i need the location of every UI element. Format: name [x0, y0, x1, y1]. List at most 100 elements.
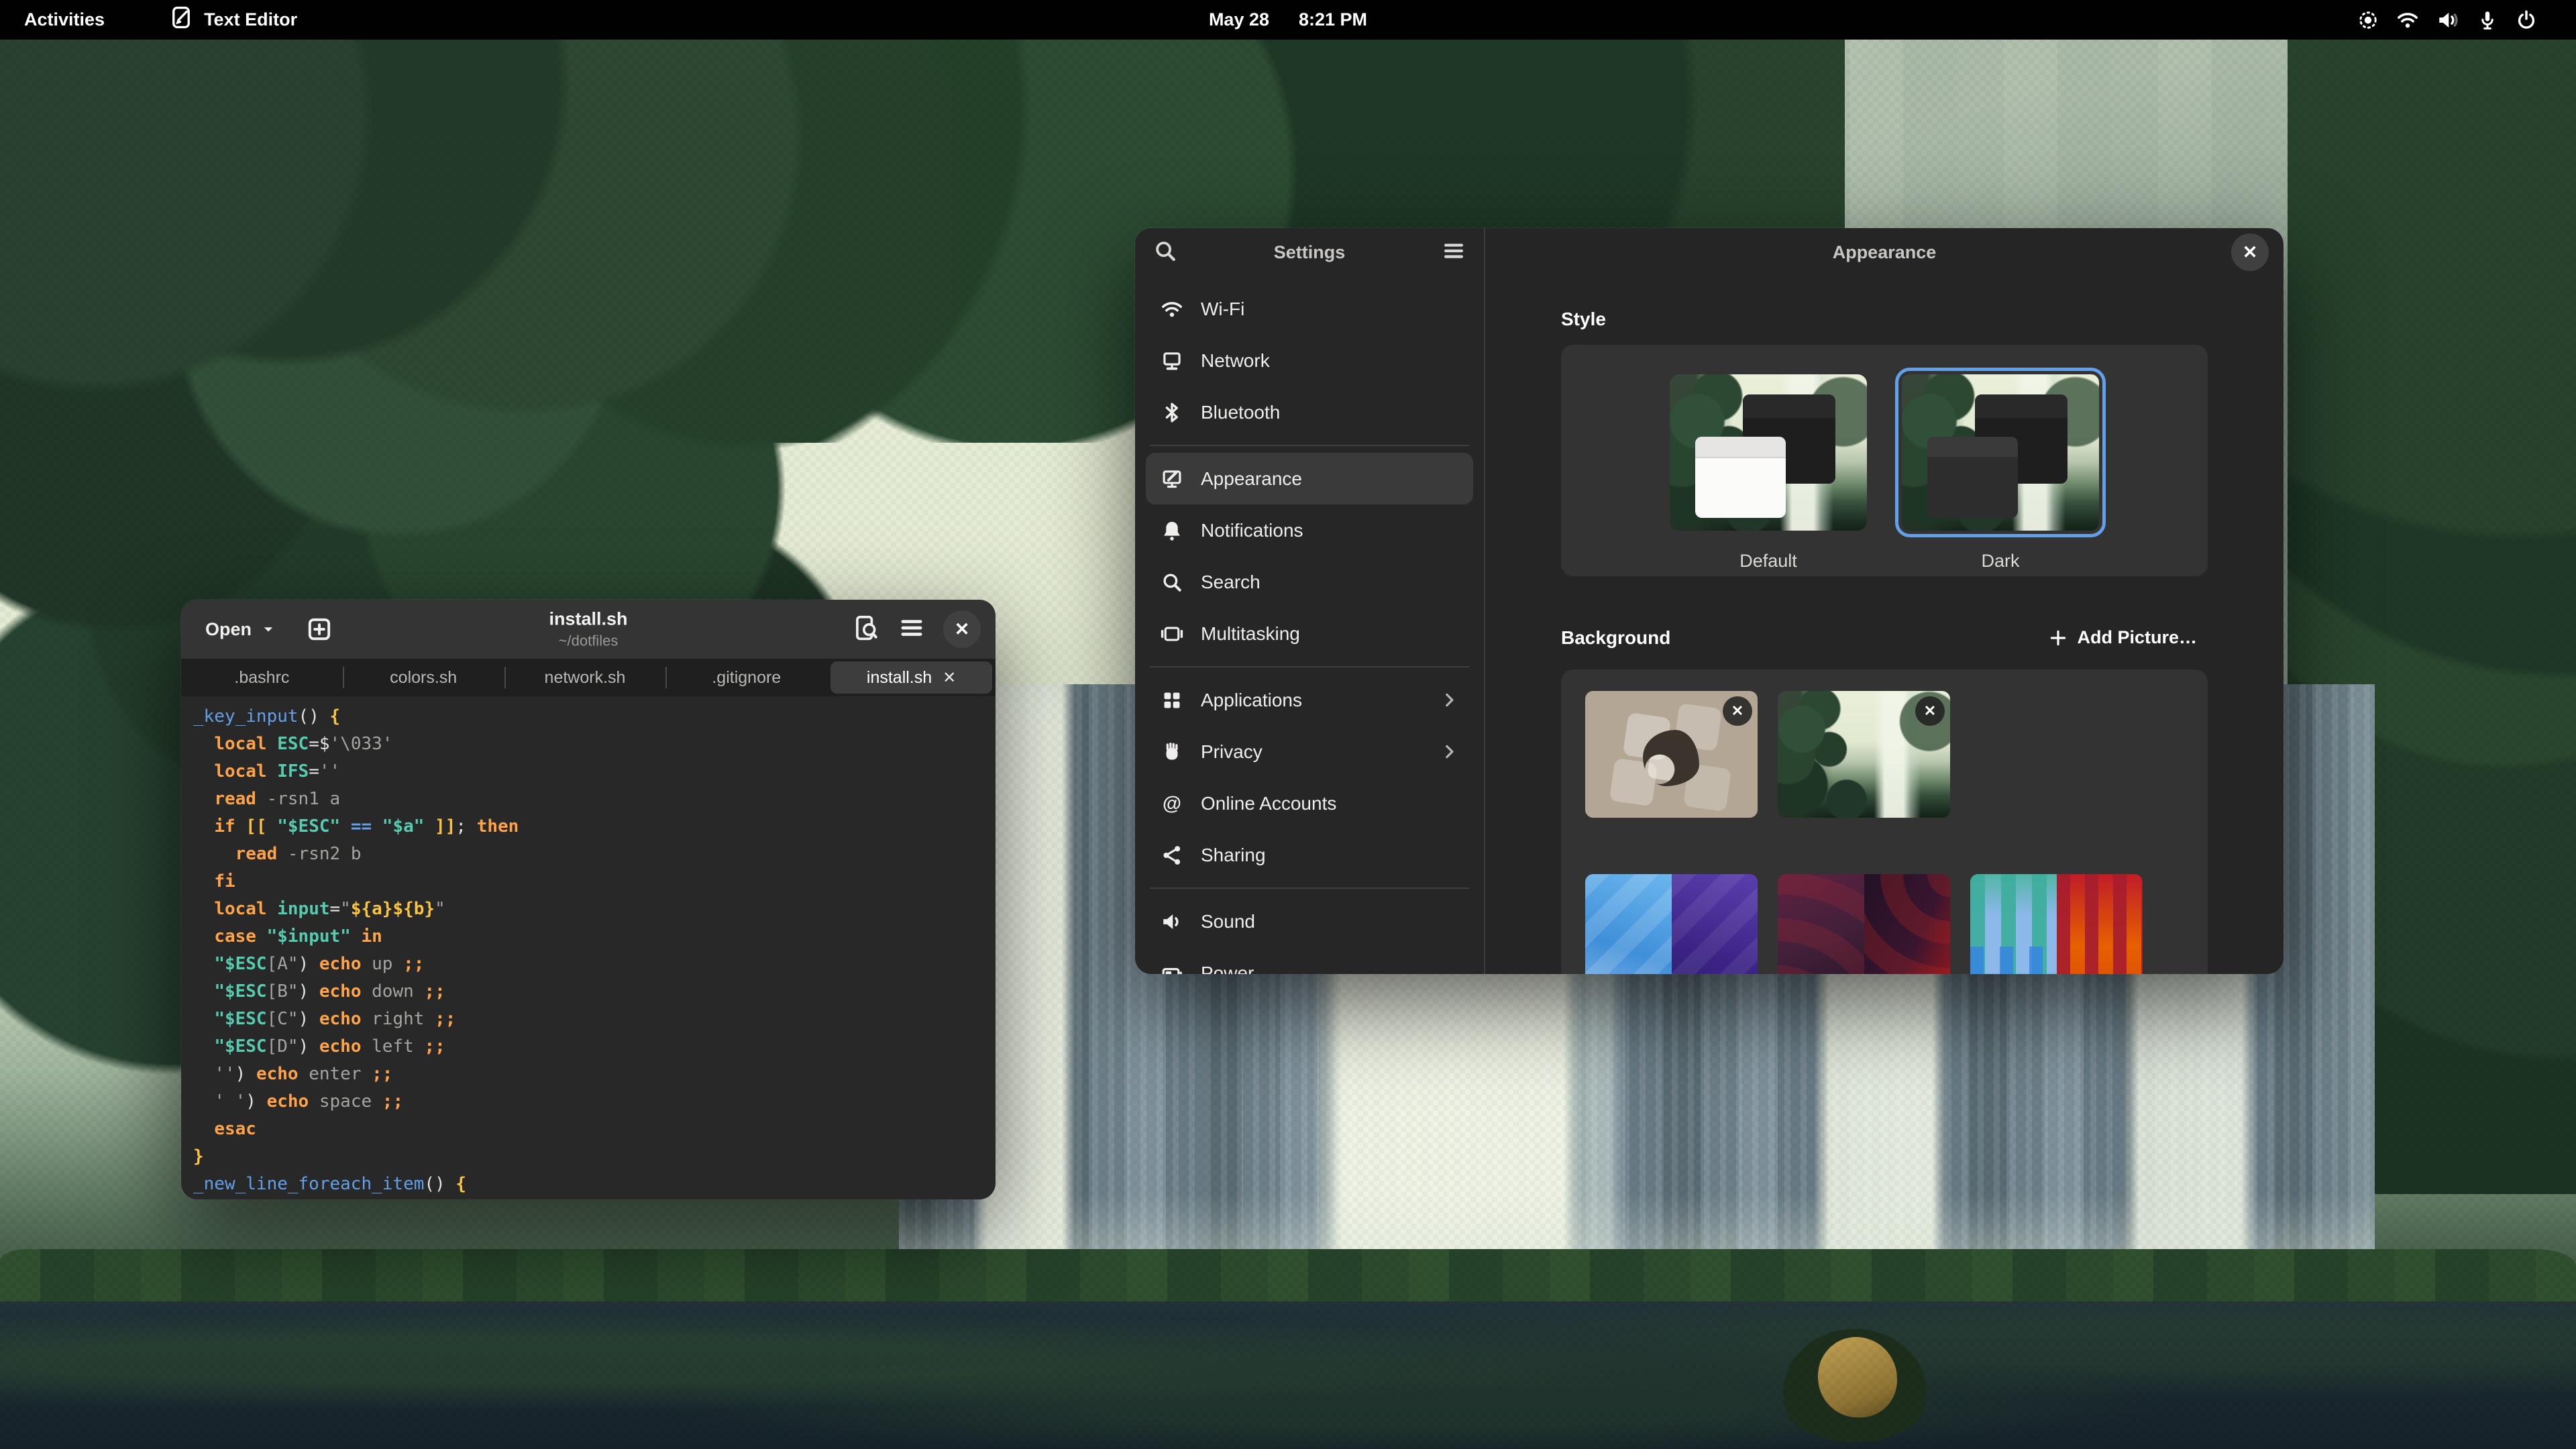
primary-menu-button[interactable] — [898, 614, 926, 645]
sidebar-item-network[interactable]: Network — [1146, 335, 1473, 386]
sidebar-item-online-accounts[interactable]: @ Online Accounts — [1146, 777, 1473, 829]
appearance-content: Style Default Dark Background Add Picture… — [1485, 276, 2284, 974]
sidebar-item-multitasking[interactable]: Multitasking — [1146, 608, 1473, 659]
open-button-label: Open — [205, 619, 252, 640]
sidebar-item-notifications[interactable]: Notifications — [1146, 504, 1473, 556]
settings-close-button[interactable]: ✕ — [2231, 233, 2269, 271]
background-section-heading: Background — [1561, 627, 1670, 649]
settings-panel: Appearance ✕ Style Default Dark Backgroun… — [1485, 228, 2284, 974]
wallpaper-light-variant — [1970, 874, 2057, 974]
document-path: ~/dotfiles — [549, 633, 627, 650]
clock-date: May 28 — [1209, 9, 1269, 30]
wallpaper-dark-variant — [1864, 874, 1951, 974]
power-icon — [2516, 9, 2537, 31]
code-line: } — [193, 1143, 996, 1171]
settings-search-button[interactable] — [1152, 238, 1178, 267]
custom-background-tan-tiles-logo[interactable]: ✕ — [1585, 691, 1758, 818]
editor-title-block: install.sh ~/dotfiles — [549, 609, 627, 650]
code-line: esac — [193, 1116, 996, 1143]
tab-network.sh[interactable]: network.sh — [504, 659, 666, 696]
code-line: case "$input" in — [193, 923, 996, 951]
focused-app-label: Text Editor — [204, 9, 297, 30]
editor-tab-bar: .bashrc colors.sh network.sh .gitignore inst… — [181, 659, 996, 696]
text-editor-icon — [169, 5, 193, 34]
tab-.bashrc[interactable]: .bashrc — [181, 659, 343, 696]
sidebar-item-bluetooth[interactable]: Bluetooth — [1146, 386, 1473, 438]
tab-label: install.sh — [867, 668, 932, 688]
tab-colors.sh[interactable]: colors.sh — [343, 659, 504, 696]
code-line: local ESC=$'\033' — [193, 731, 996, 758]
wallpaper-dark-variant — [2057, 874, 2143, 974]
wallpaper-light-variant — [1585, 874, 1672, 974]
system-status-area[interactable] — [2357, 9, 2537, 32]
document-search-icon — [852, 614, 880, 642]
focused-app-menu[interactable]: Text Editor — [169, 5, 297, 34]
sidebar-item-power[interactable]: Power — [1146, 947, 1473, 974]
settings-sidebar: Settings Wi-FiNetworkBluetoothAppearance… — [1135, 228, 1485, 974]
style-preview-dark[interactable] — [1902, 374, 2099, 531]
code-line: ' ') echo space ;; — [193, 1088, 996, 1116]
sidebar-divider — [1150, 666, 1469, 667]
sidebar-item-search[interactable]: Search — [1146, 556, 1473, 608]
editor-close-button[interactable]: ✕ — [943, 610, 981, 648]
open-document-button[interactable]: Open — [196, 612, 285, 647]
sidebar-item-privacy[interactable]: Privacy — [1146, 726, 1473, 777]
brightness-icon — [2357, 9, 2379, 31]
gallery-background-geometric-blue-purple[interactable] — [1585, 874, 1758, 974]
clock-time: 8:21 PM — [1299, 9, 1367, 30]
custom-backgrounds-row: ✕✕ — [1585, 691, 2184, 818]
gallery-background-waves-maroon-red[interactable] — [1778, 874, 1950, 974]
sidebar-item-label: Power — [1201, 963, 1254, 975]
preview-front-window — [1927, 437, 2018, 518]
settings-menu-button[interactable] — [1441, 238, 1466, 267]
sidebar-item-label: Privacy — [1201, 741, 1263, 763]
wifi-icon — [1161, 298, 1183, 321]
code-line: "$ESC[B") echo down ;; — [193, 978, 996, 1006]
sidebar-item-sound[interactable]: Sound — [1146, 896, 1473, 947]
sidebar-item-label: Sound — [1201, 911, 1255, 932]
code-view[interactable]: _key_input() { local ESC=$'\033' local I… — [181, 696, 996, 1199]
remove-background-button[interactable]: ✕ — [1723, 696, 1752, 726]
style-section-heading: Style — [1561, 309, 2208, 330]
sidebar-item-label: Appearance — [1201, 468, 1302, 490]
code-line: read -rsn1 a — [193, 786, 996, 813]
custom-background-forest-waterfall[interactable]: ✕ — [1778, 691, 1950, 818]
code-line: fi — [193, 868, 996, 896]
bluetooth-icon — [1161, 401, 1183, 424]
settings-panel-header: Appearance ✕ — [1485, 228, 2284, 276]
clock[interactable]: May 28 8:21 PM — [1209, 9, 1367, 30]
code-line: read -rsn2 b — [193, 841, 996, 868]
tab-label: network.sh — [545, 668, 626, 688]
magnifier-icon — [1161, 571, 1183, 594]
tab-label: .gitignore — [712, 668, 781, 688]
add-picture-button[interactable]: Add Picture… — [2038, 621, 2208, 655]
style-option-default[interactable]: Default — [1670, 374, 1867, 572]
gallery-background-drips-blue-orange[interactable] — [1970, 874, 2143, 974]
style-option-dark[interactable]: Dark — [1902, 374, 2099, 572]
editor-headerbar: Open install.sh ~/dotfiles ✕ — [181, 600, 996, 659]
grid-icon — [1161, 689, 1183, 712]
tab-.gitignore[interactable]: .gitignore — [665, 659, 827, 696]
sidebar-item-sharing[interactable]: Sharing — [1146, 829, 1473, 881]
tab-label: .bashrc — [234, 668, 289, 688]
style-preview-default[interactable] — [1670, 374, 1867, 531]
document-search-button[interactable] — [852, 614, 880, 645]
tab-close-button[interactable]: ✕ — [943, 668, 956, 688]
sidebar-item-applications[interactable]: Applications — [1146, 674, 1473, 726]
wallpaper-light-variant — [1778, 874, 1864, 974]
style-option-label: Dark — [1902, 551, 2099, 572]
sidebar-item-wi-fi[interactable]: Wi-Fi — [1146, 283, 1473, 335]
dragon-logo — [1643, 730, 1699, 786]
at-icon: @ — [1161, 792, 1183, 815]
tab-install.sh[interactable]: install.sh ✕ — [830, 661, 992, 694]
background-card: ✕✕ — [1561, 669, 2208, 974]
sidebar-item-appearance[interactable]: Appearance — [1146, 453, 1473, 504]
style-option-label: Default — [1670, 551, 1867, 572]
volume-icon — [2436, 9, 2459, 32]
new-tab-button[interactable] — [305, 615, 333, 643]
sidebar-item-label: Online Accounts — [1201, 793, 1336, 814]
svg-text:@: @ — [1163, 792, 1181, 814]
search-icon — [1152, 238, 1178, 264]
remove-background-button[interactable]: ✕ — [1915, 696, 1945, 726]
activities-button[interactable]: Activities — [24, 9, 105, 30]
